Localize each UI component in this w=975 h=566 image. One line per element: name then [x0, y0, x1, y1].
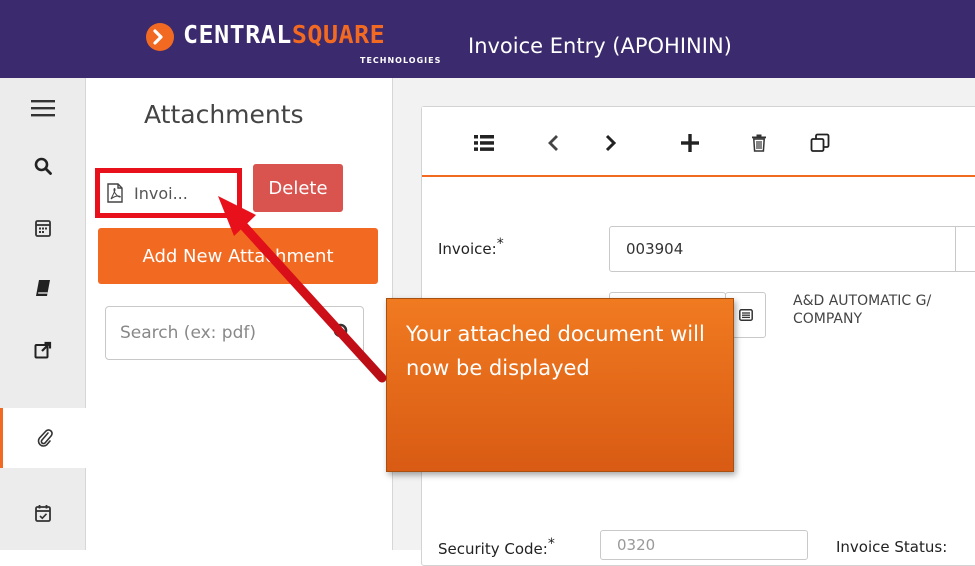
- rail-search-button[interactable]: [0, 136, 86, 196]
- invoice-label: Invoice:*: [438, 236, 504, 258]
- side-rail: [0, 78, 86, 550]
- copy-record-button[interactable]: [806, 129, 834, 157]
- list-icon: [474, 135, 494, 151]
- attachment-search-box: [105, 306, 364, 360]
- callout-text: Your attached document will now be displ…: [406, 322, 705, 380]
- rail-menu-button[interactable]: [0, 78, 86, 138]
- centralsquare-logo-icon: [146, 23, 174, 51]
- next-icon: [605, 134, 617, 152]
- calendar-icon: [35, 220, 51, 237]
- calendar-check-icon: [35, 505, 51, 522]
- rail-book-button[interactable]: [0, 258, 86, 318]
- search-icon: [34, 157, 52, 175]
- page-title: Invoice Entry (APOHININ): [468, 34, 732, 58]
- attachment-search-input[interactable]: [120, 319, 320, 347]
- record-toolbar: [422, 107, 975, 177]
- instruction-callout: Your attached document will now be displ…: [386, 298, 734, 472]
- previous-record-button[interactable]: [539, 129, 567, 157]
- attachment-file-item[interactable]: Invoi...: [95, 168, 242, 218]
- vendor-name-text: A&D AUTOMATIC G/ COMPANY: [793, 293, 932, 327]
- brand-subtitle: TECHNOLOGIES: [360, 56, 442, 65]
- delete-record-button[interactable]: [745, 129, 773, 157]
- rail-attachments-button[interactable]: [0, 408, 86, 468]
- external-link-icon: [34, 341, 52, 359]
- attachment-file-name: Invoi...: [134, 183, 188, 203]
- invoice-number-field[interactable]: 003904: [609, 226, 975, 272]
- security-code-field[interactable]: 0320: [600, 530, 808, 560]
- brand-logo-text: CENTRALSQUARE: [183, 20, 386, 49]
- invoice-status-label: Invoice Status:: [836, 538, 948, 556]
- list-view-button[interactable]: [470, 129, 498, 157]
- list-card-icon: [738, 309, 753, 321]
- rail-calendar-button[interactable]: [0, 198, 86, 258]
- add-new-attachment-button[interactable]: Add New Attachment: [98, 228, 378, 284]
- copy-icon: [810, 133, 830, 152]
- attachments-panel: Attachments Invoi... Delete Add New Atta…: [86, 78, 393, 550]
- rail-calendar-check-button[interactable]: [0, 483, 86, 543]
- book-icon: [36, 280, 50, 296]
- hamburger-menu-icon: [31, 100, 55, 117]
- app-header: CENTRALSQUARE TECHNOLOGIES Invoice Entry…: [0, 0, 975, 78]
- search-icon[interactable]: [333, 323, 351, 341]
- previous-icon: [548, 135, 558, 151]
- delete-icon: [752, 134, 766, 152]
- attachments-title: Attachments: [144, 100, 304, 129]
- pdf-file-icon: [107, 183, 123, 203]
- field-divider: [955, 226, 956, 272]
- paperclip-icon: [37, 429, 53, 447]
- next-record-button[interactable]: [597, 129, 625, 157]
- security-code-label: Security Code:*: [438, 536, 555, 558]
- add-icon: [681, 134, 699, 152]
- rail-external-link-button[interactable]: [0, 320, 86, 380]
- delete-attachment-button[interactable]: Delete: [253, 164, 343, 212]
- add-record-button[interactable]: [676, 129, 704, 157]
